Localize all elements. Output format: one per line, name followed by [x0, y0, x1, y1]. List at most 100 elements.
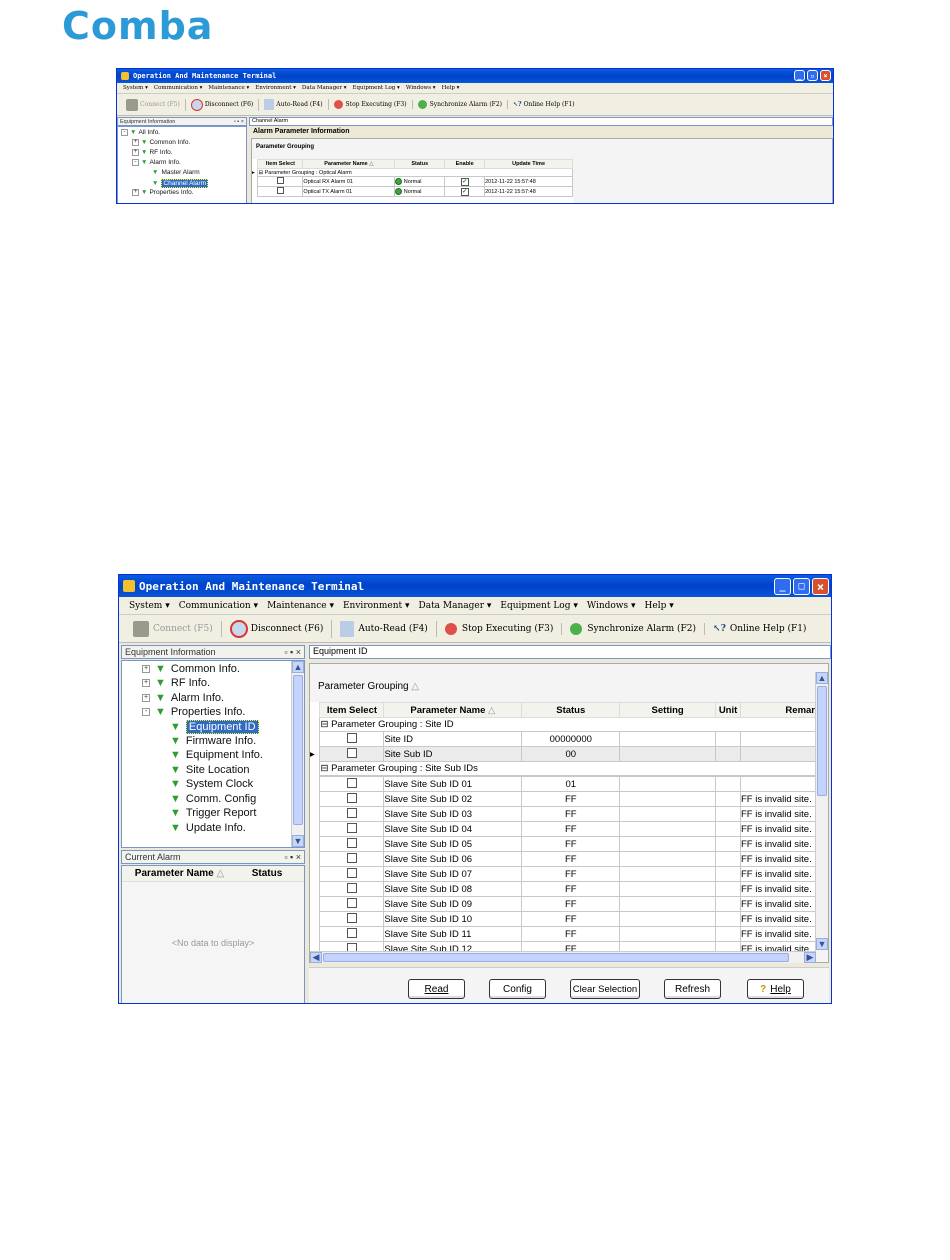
col-setting[interactable]: Setting [619, 702, 717, 718]
stop-executing-button[interactable]: Stop Executing (F3) [329, 100, 413, 109]
tree-master-alarm[interactable]: ▼ Master Alarm [152, 169, 200, 176]
table-row[interactable]: Slave Site Sub ID 07 FF FF is invalid site… [310, 866, 816, 882]
item-select-checkbox[interactable] [346, 882, 357, 893]
tree-properties-info[interactable]: - ▼ Properties Info. [142, 706, 245, 718]
menu-system[interactable]: System ▾ [123, 85, 148, 91]
table-row[interactable]: ▸ Site Sub ID 00 [310, 746, 816, 762]
col-parameter-name[interactable]: Parameter Name △ [122, 868, 237, 879]
top-tab-header[interactable]: Channel Alarm [249, 117, 833, 126]
col-remark[interactable]: Remar [740, 702, 816, 718]
tree-update-info[interactable]: ▼ Update Info. [170, 822, 246, 834]
auto-read-button[interactable]: Auto-Read (F4) [332, 620, 437, 637]
tree-common-info[interactable]: + ▼ Common Info. [132, 139, 190, 146]
item-select-checkbox[interactable] [346, 807, 357, 818]
scroll-up-icon[interactable]: ▲ [816, 672, 828, 684]
config-button[interactable]: Config [489, 979, 546, 999]
connect-button[interactable]: Connect (F5) [121, 98, 186, 111]
item-select-checkbox[interactable] [346, 912, 357, 923]
menu-communication[interactable]: Communication ▾ [154, 85, 203, 91]
expand-icon[interactable]: + [132, 149, 139, 156]
item-select-checkbox[interactable] [276, 187, 284, 194]
group-row[interactable]: ⊟ Parameter Grouping : Site ID [310, 717, 816, 732]
setting-cell[interactable] [619, 731, 717, 747]
tree-properties-info[interactable]: + ▼ Properties Info. [132, 189, 194, 196]
col-status[interactable]: Status [237, 868, 297, 879]
collapse-icon[interactable]: - [121, 129, 128, 136]
grid-vertical-scrollbar[interactable]: ▲ ▼ [815, 672, 828, 950]
expand-icon[interactable]: + [142, 679, 150, 687]
menu-windows[interactable]: Windows ▾ [587, 601, 636, 611]
scroll-right-icon[interactable]: ▶ [804, 952, 816, 963]
tree-equipment-info[interactable]: ▼ Equipment Info. [170, 749, 263, 761]
setting-cell[interactable] [619, 836, 717, 852]
tree-equipment-id[interactable]: ▼ Equipment ID [170, 720, 259, 734]
expand-icon[interactable]: + [132, 139, 139, 146]
item-select-checkbox[interactable] [346, 732, 357, 743]
table-row[interactable]: Slave Site Sub ID 05 FF FF is invalid site… [310, 836, 816, 852]
table-row[interactable]: Slave Site Sub ID 10 FF FF is invalid site… [310, 911, 816, 927]
setting-cell[interactable] [619, 821, 717, 837]
enable-checkbox[interactable]: ✓ [460, 187, 469, 196]
col-status[interactable]: Status [394, 159, 446, 169]
synchronize-alarm-button[interactable]: Synchronize Alarm (F2) [562, 622, 706, 635]
disconnect-button[interactable]: Disconnect (F6) [222, 619, 333, 638]
menu-environment[interactable]: Environment ▾ [343, 601, 410, 611]
table-row[interactable]: Slave Site Sub ID 09 FF FF is invalid site… [310, 896, 816, 912]
menu-maintenance[interactable]: Maintenance ▾ [208, 85, 249, 91]
expand-icon[interactable]: + [142, 694, 150, 702]
menu-windows[interactable]: Windows ▾ [406, 85, 436, 91]
tree-channel-alarm[interactable]: ▼ Channel Alarm [152, 179, 209, 188]
table-row[interactable]: Slave Site Sub ID 04 FF FF is invalid site… [310, 821, 816, 837]
pane-controls[interactable]: ▫ ▪ × [234, 119, 244, 125]
menu-communication[interactable]: Communication ▾ [179, 601, 258, 611]
menu-help[interactable]: Help ▾ [645, 601, 674, 611]
menu-maintenance[interactable]: Maintenance ▾ [267, 601, 334, 611]
table-row[interactable]: Slave Site Sub ID 08 FF FF is invalid site… [310, 881, 816, 897]
tree-site-location[interactable]: ▼ Site Location [170, 764, 250, 776]
menu-equipment-log[interactable]: Equipment Log ▾ [500, 601, 577, 611]
clear-selection-button[interactable]: Clear Selection [570, 979, 640, 999]
tree-system-clock[interactable]: ▼ System Clock [170, 778, 253, 790]
col-item-select[interactable]: Item Select [319, 702, 385, 718]
tree-comm-config[interactable]: ▼ Comm. Config [170, 793, 256, 805]
col-parameter-name[interactable]: Parameter Name △ [383, 702, 523, 718]
group-row[interactable]: ⊟ Parameter Grouping : Site Sub IDs [310, 761, 816, 776]
col-update-time[interactable]: Update Time [484, 159, 573, 169]
tree-firmware-info[interactable]: ▼ Firmware Info. [170, 735, 256, 747]
grid-horizontal-scrollbar[interactable]: ◀ ▶ [310, 951, 816, 963]
group-row[interactable]: ▸ ⊟ Parameter Grouping : Optical Alarm [252, 168, 573, 177]
col-item-select[interactable]: Item Select [257, 159, 304, 169]
collapse-icon[interactable]: ⊟ [321, 719, 328, 730]
setting-cell[interactable] [619, 896, 717, 912]
tree-rf-info[interactable]: + ▼ RF Info. [132, 149, 173, 156]
col-unit[interactable]: Unit [715, 702, 742, 718]
table-row[interactable]: Slave Site Sub ID 01 01 [310, 776, 816, 792]
table-row[interactable]: Slave Site Sub ID 02 FF FF is invalid site… [310, 791, 816, 807]
setting-cell[interactable] [619, 746, 717, 762]
tree-scroll-thumb[interactable] [293, 675, 303, 825]
table-row[interactable]: Slave Site Sub ID 03 FF FF is invalid site… [310, 806, 816, 822]
maximize-button[interactable]: ▫ [807, 70, 818, 81]
enable-checkbox[interactable]: ✓ [460, 177, 469, 186]
table-row[interactable]: Slave Site Sub ID 06 FF FF is invalid site… [310, 851, 816, 867]
item-select-checkbox[interactable] [346, 852, 357, 863]
setting-cell[interactable] [619, 926, 717, 942]
pane-controls[interactable]: ▫ ▪ × [284, 647, 301, 657]
disconnect-button[interactable]: Disconnect (F6) [186, 98, 260, 111]
collapse-icon[interactable]: - [142, 708, 150, 716]
menu-system[interactable]: System ▾ [129, 601, 170, 611]
setting-cell[interactable] [619, 911, 717, 927]
menu-data-manager[interactable]: Data Manager ▾ [302, 85, 347, 91]
item-select-checkbox[interactable] [346, 822, 357, 833]
online-help-button[interactable]: ↖? Online Help (F1) [705, 624, 814, 634]
item-select-checkbox[interactable] [276, 177, 284, 184]
close-button[interactable]: × [812, 578, 829, 595]
table-row[interactable]: Slave Site Sub ID 11 FF FF is invalid site… [310, 926, 816, 942]
scroll-down-icon[interactable]: ▼ [816, 938, 828, 950]
table-row[interactable]: Site ID 00000000 [310, 731, 816, 747]
tree-alarm-info[interactable]: - ▼ Alarm Info. [132, 159, 181, 166]
tree-all-info[interactable]: - ▼ All Info. [121, 129, 160, 136]
synchronize-alarm-button[interactable]: Synchronize Alarm (F2) [413, 100, 509, 109]
item-select-checkbox[interactable] [346, 747, 357, 758]
col-status[interactable]: Status [521, 702, 621, 718]
